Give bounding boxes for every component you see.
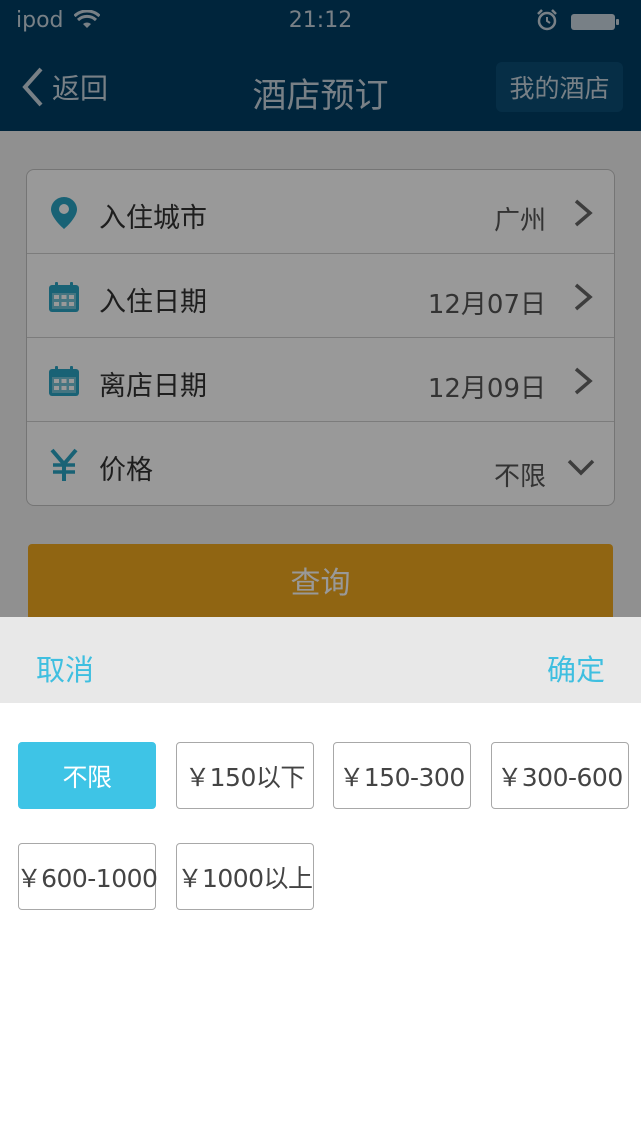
price-option[interactable]: ￥300-600: [491, 742, 629, 809]
price-option[interactable]: 不限: [18, 742, 156, 809]
picker-header: 取消 确定: [0, 617, 641, 703]
price-option[interactable]: ￥150以下: [176, 742, 314, 809]
confirm-button[interactable]: 确定: [547, 647, 605, 689]
price-option[interactable]: ￥150-300: [333, 742, 471, 809]
price-picker-sheet: 取消 确定 不限 ￥150以下 ￥150-300 ￥300-600 ￥600-1…: [0, 617, 641, 1138]
price-option[interactable]: ￥600-1000: [17, 843, 158, 910]
price-option[interactable]: ￥1000以上: [176, 843, 314, 910]
modal-overlay[interactable]: [0, 0, 641, 617]
cancel-button[interactable]: 取消: [36, 647, 94, 689]
